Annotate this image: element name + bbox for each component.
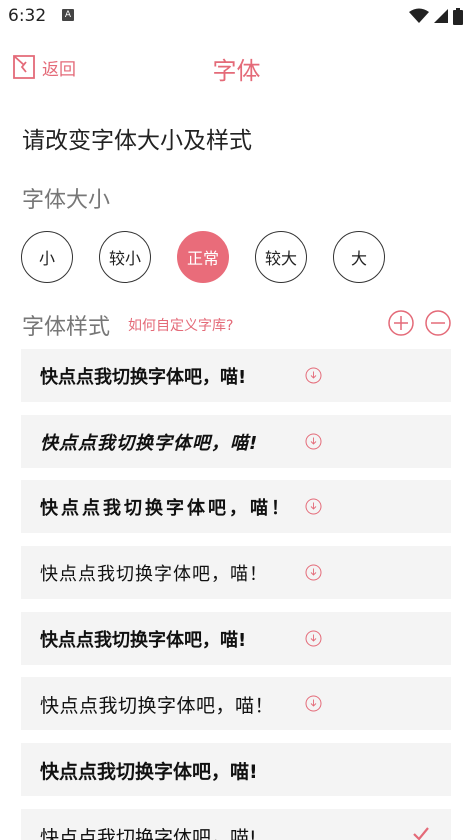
signal-icon — [434, 9, 448, 23]
size-option-smaller[interactable]: 较小 — [99, 231, 151, 283]
page-title: 字体 — [212, 57, 261, 85]
download-icon[interactable] — [305, 695, 322, 712]
custom-font-help-link[interactable]: 如何自定义字库? — [128, 315, 233, 335]
font-sample-text: 快点点我切换字体吧，喵！ — [40, 695, 275, 718]
remove-font-icon[interactable] — [425, 310, 451, 336]
font-sample-text: 快点点我切换字体吧，喵! — [40, 367, 247, 388]
font-style-list: 快点点我切换字体吧，喵! 快点点我切换字体吧，喵! 快点点我切换字体吧，喵！ 快点点我… — [21, 349, 451, 840]
download-icon[interactable] — [305, 367, 322, 384]
font-style-item[interactable]: 快点点我切换字体吧，喵! — [21, 349, 451, 402]
font-style-label: 字体样式 — [22, 315, 111, 340]
font-style-item[interactable]: 快点点我切换字体吧，喵！ — [21, 546, 451, 600]
download-icon[interactable] — [305, 498, 322, 515]
download-icon[interactable] — [305, 564, 322, 581]
font-sample-text: 快点点我切换字体吧，喵! — [40, 826, 257, 840]
font-style-item[interactable]: 快点点我切换字体吧，喵! — [21, 414, 451, 468]
size-option-larger[interactable]: 较大 — [255, 231, 307, 283]
size-option-normal[interactable]: 正常 — [177, 231, 229, 283]
font-sample-text: 快点点我切换字体吧，喵! — [40, 432, 259, 454]
download-icon[interactable] — [305, 433, 322, 450]
font-sample-text: 快点点我切换字体吧，喵！ — [40, 498, 292, 520]
status-time: 6:32 — [8, 6, 47, 26]
font-size-options: 小 较小 正常 较大 大 — [21, 231, 385, 283]
font-style-item[interactable]: 快点点我切换字体吧，喵！ — [21, 480, 451, 534]
notification-badge: A — [62, 9, 74, 21]
download-icon[interactable] — [305, 630, 322, 647]
size-option-large[interactable]: 大 — [333, 231, 385, 283]
selected-check-icon — [413, 827, 429, 840]
size-option-small[interactable]: 小 — [21, 231, 73, 283]
font-sample-text: 快点点我切换字体吧，喵! — [40, 629, 247, 651]
wifi-icon — [409, 8, 429, 23]
font-style-header: 字体样式 如何自定义字库? — [22, 309, 452, 340]
font-size-label: 字体大小 — [22, 188, 111, 213]
font-sample-text: 快点点我切换字体吧，喵! — [40, 761, 258, 784]
font-sample-text: 快点点我切换字体吧，喵！ — [40, 564, 268, 586]
app-bar: 返回 字体 — [0, 38, 473, 94]
font-style-item[interactable]: 快点点我切换字体吧，喵! — [21, 808, 451, 840]
font-style-item[interactable]: 快点点我切换字体吧，喵! — [21, 611, 451, 665]
font-style-item[interactable]: 快点点我切换字体吧，喵! — [21, 743, 451, 797]
instruction-heading: 请改变字体大小及样式 — [22, 128, 252, 154]
add-font-icon[interactable] — [388, 310, 414, 336]
battery-icon — [453, 7, 463, 25]
status-bar: 6:32 A — [0, 0, 473, 32]
font-style-item[interactable]: 快点点我切换字体吧，喵！ — [21, 677, 451, 731]
status-icons — [409, 7, 463, 25]
